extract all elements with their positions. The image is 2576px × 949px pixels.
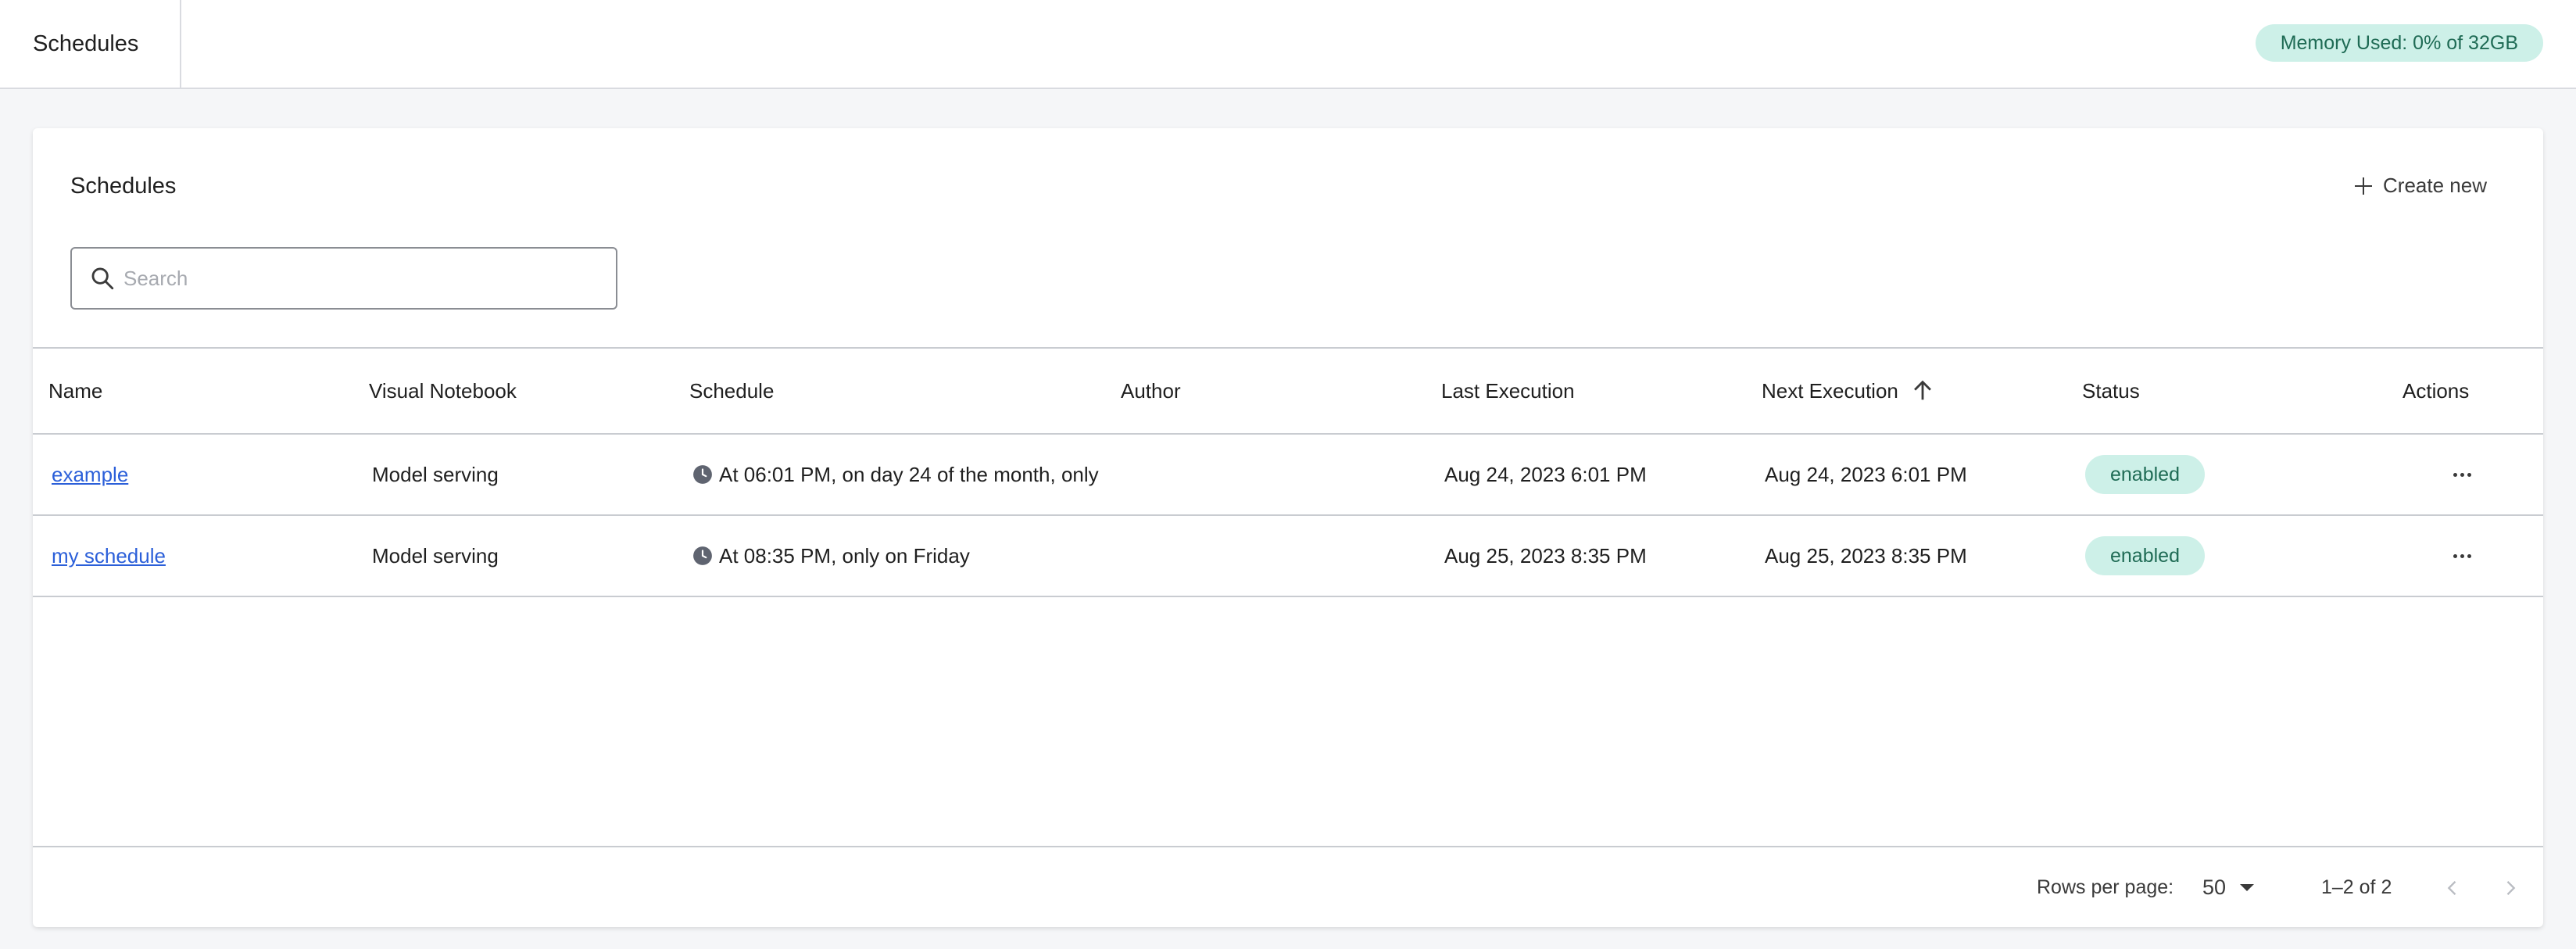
schedules-table: Name Visual Notebook Schedule Author Las… (33, 347, 2543, 597)
top-bar: Schedules Memory Used: 0% of 32GB (0, 0, 2576, 89)
next-execution-cell: Aug 24, 2023 6:01 PM (1765, 462, 1967, 486)
clock-icon (693, 465, 712, 484)
create-new-button[interactable]: Create new (2355, 174, 2487, 198)
column-header-visual-notebook[interactable]: Visual Notebook (369, 349, 517, 433)
schedules-card: Schedules Create new Name Visual Noteboo… (33, 128, 2543, 927)
next-execution-cell: Aug 25, 2023 8:35 PM (1765, 543, 1967, 568)
rows-per-page-value: 50 (2202, 875, 2227, 899)
search-input[interactable] (122, 265, 594, 292)
column-header-next-execution-label: Next Execution (1762, 378, 1898, 403)
more-horizontal-icon[interactable] (2446, 540, 2478, 571)
chevron-right-icon (2506, 881, 2516, 895)
clock-icon (693, 546, 712, 565)
column-header-schedule[interactable]: Schedule (689, 349, 774, 433)
pagination-footer: Rows per page: 50 1–2 of 2 (33, 846, 2543, 927)
status-badge: enabled (2085, 536, 2205, 575)
next-page-button[interactable] (2493, 871, 2528, 905)
create-new-label: Create new (2383, 174, 2487, 197)
last-execution-cell: Aug 24, 2023 6:01 PM (1444, 462, 1647, 486)
rows-per-page-select[interactable]: 50 (2202, 847, 2255, 927)
schedule-cell: At 08:35 PM, only on Friday (692, 516, 970, 596)
search-icon (91, 267, 114, 290)
page-title: Schedules (70, 174, 177, 199)
schedule-text: At 08:35 PM, only on Friday (719, 543, 970, 568)
tab-schedules-label: Schedules (33, 30, 139, 56)
last-execution-cell: Aug 25, 2023 8:35 PM (1444, 543, 1647, 568)
rows-per-page-label: Rows per page: (2037, 876, 2174, 898)
previous-page-button[interactable] (2435, 871, 2470, 905)
column-header-status[interactable]: Status (2082, 349, 2140, 433)
more-horizontal-icon[interactable] (2446, 459, 2478, 490)
page-range-text: 1–2 of 2 (2321, 876, 2392, 898)
status-badge: enabled (2085, 455, 2205, 494)
table-row: my schedule Model serving At 08:35 PM, o… (33, 516, 2543, 597)
column-header-next-execution[interactable]: Next Execution (1762, 349, 1936, 433)
visual-notebook-cell: Model serving (372, 543, 499, 568)
tab-schedules[interactable]: Schedules (0, 0, 181, 88)
visual-notebook-cell: Model serving (372, 462, 499, 486)
caret-down-icon (2240, 883, 2255, 891)
table-header-row: Name Visual Notebook Schedule Author Las… (33, 347, 2543, 435)
memory-used-badge: Memory Used: 0% of 32GB (2255, 24, 2543, 62)
column-header-name[interactable]: Name (48, 349, 102, 433)
table-row: example Model serving At 06:01 PM, on da… (33, 435, 2543, 516)
schedule-text: At 06:01 PM, on day 24 of the month, onl… (719, 462, 1099, 486)
column-header-last-execution[interactable]: Last Execution (1441, 349, 1575, 433)
column-header-author[interactable]: Author (1121, 349, 1181, 433)
plus-icon (2355, 177, 2373, 195)
schedule-cell: At 06:01 PM, on day 24 of the month, onl… (692, 435, 1099, 514)
schedule-name-link[interactable]: my schedule (52, 544, 166, 568)
column-header-actions: Actions (2402, 378, 2470, 403)
arrow-up-icon[interactable] (1909, 378, 1936, 404)
chevron-left-icon (2447, 881, 2456, 895)
search-field[interactable] (70, 247, 617, 310)
schedule-name-link[interactable]: example (52, 463, 128, 487)
